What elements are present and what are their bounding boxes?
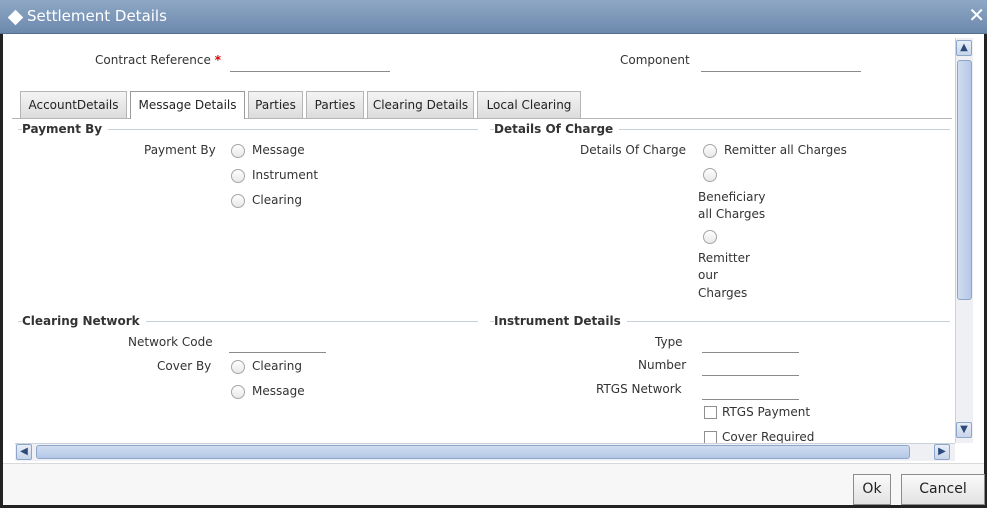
contract-reference-underline: [230, 71, 390, 72]
cover-by-message-radio[interactable]: [231, 385, 245, 399]
payment-by-section-title: Payment By: [22, 122, 109, 136]
network-code-underline: [229, 352, 326, 353]
type-underline: [702, 352, 799, 353]
tab-message-details[interactable]: Message Details: [130, 91, 245, 119]
rtgs-payment-label: RTGS Payment: [722, 405, 811, 419]
payment-by-message-radio[interactable]: [231, 144, 245, 158]
cover-by-message-label: Message: [252, 384, 305, 398]
beneficiary-all-charges-label-line2: all Charges: [698, 207, 766, 221]
tab-local-clearing[interactable]: Local Clearing: [477, 91, 581, 118]
arrow-right-icon[interactable]: ▶: [934, 444, 950, 460]
vertical-scroll-thumb[interactable]: [957, 60, 972, 300]
close-icon[interactable]: ✕: [968, 5, 985, 25]
component-underline: [701, 71, 861, 72]
title-bar: Settlement Details ✕: [0, 0, 987, 34]
details-of-charge-label: Details Of Charge: [580, 143, 686, 157]
cover-required-label: Cover Required: [722, 430, 815, 444]
rtgs-payment-checkbox[interactable]: [704, 406, 717, 419]
arrow-down-icon[interactable]: ▼: [956, 422, 972, 438]
cover-by-label: Cover By: [157, 359, 212, 373]
network-code-input[interactable]: [229, 334, 326, 352]
button-bar: [3, 463, 984, 505]
arrow-up-icon[interactable]: ▲: [956, 40, 972, 56]
tab-account-details[interactable]: AccountDetails: [20, 91, 127, 118]
cover-by-clearing-label: Clearing: [252, 359, 302, 373]
window-title: Settlement Details: [27, 7, 167, 25]
payment-by-clearing-label: Clearing: [252, 193, 302, 207]
rtgs-network-input[interactable]: [702, 381, 799, 399]
arrow-left-icon[interactable]: ◀: [16, 444, 32, 460]
payment-by-message-label: Message: [252, 143, 305, 157]
number-label: Number: [638, 358, 687, 372]
remitter-all-charges-label: Remitter all Charges: [724, 143, 847, 157]
contract-reference-input[interactable]: [230, 52, 390, 72]
rtgs-network-label: RTGS Network: [596, 382, 682, 396]
remitter-our-charges-label-line3: Charges: [698, 286, 748, 300]
tab-parties-2[interactable]: Parties: [306, 91, 364, 118]
instrument-details-section-title: Instrument Details: [494, 314, 627, 328]
type-label: Type: [655, 335, 683, 349]
network-code-label: Network Code: [128, 335, 213, 349]
cover-by-clearing-radio[interactable]: [231, 360, 245, 374]
remitter-our-charges-label-line2: our: [698, 268, 718, 282]
window-diamond-icon: [7, 9, 24, 26]
payment-by-clearing-radio[interactable]: [231, 194, 245, 208]
component-label: Component: [620, 53, 690, 67]
tab-clearing-details[interactable]: Clearing Details: [367, 91, 474, 118]
required-marker: *: [214, 53, 221, 67]
clearing-network-section-title: Clearing Network: [22, 314, 146, 328]
payment-by-instrument-label: Instrument: [252, 168, 319, 182]
component-input[interactable]: [701, 52, 861, 72]
payment-by-label: Payment By: [144, 143, 216, 157]
cancel-button[interactable]: Cancel: [901, 474, 985, 505]
tab-parties-1[interactable]: Parties: [248, 91, 303, 118]
number-input[interactable]: [702, 357, 799, 375]
beneficiary-all-charges-radio[interactable]: [703, 168, 717, 182]
remitter-our-charges-radio[interactable]: [703, 230, 717, 244]
type-input[interactable]: [702, 334, 799, 352]
remitter-our-charges-label-line1: Remitter: [698, 251, 750, 265]
horizontal-scroll-thumb[interactable]: [36, 445, 910, 459]
details-of-charge-section-title: Details Of Charge: [494, 122, 620, 136]
contract-reference-label: Contract Reference *: [95, 53, 221, 67]
remitter-all-charges-radio[interactable]: [703, 144, 717, 158]
ok-button[interactable]: Ok: [853, 474, 891, 505]
rtgs-network-underline: [702, 399, 799, 400]
beneficiary-all-charges-label-line1: Beneficiary: [698, 190, 766, 204]
number-underline: [702, 375, 799, 376]
payment-by-instrument-radio[interactable]: [231, 169, 245, 183]
